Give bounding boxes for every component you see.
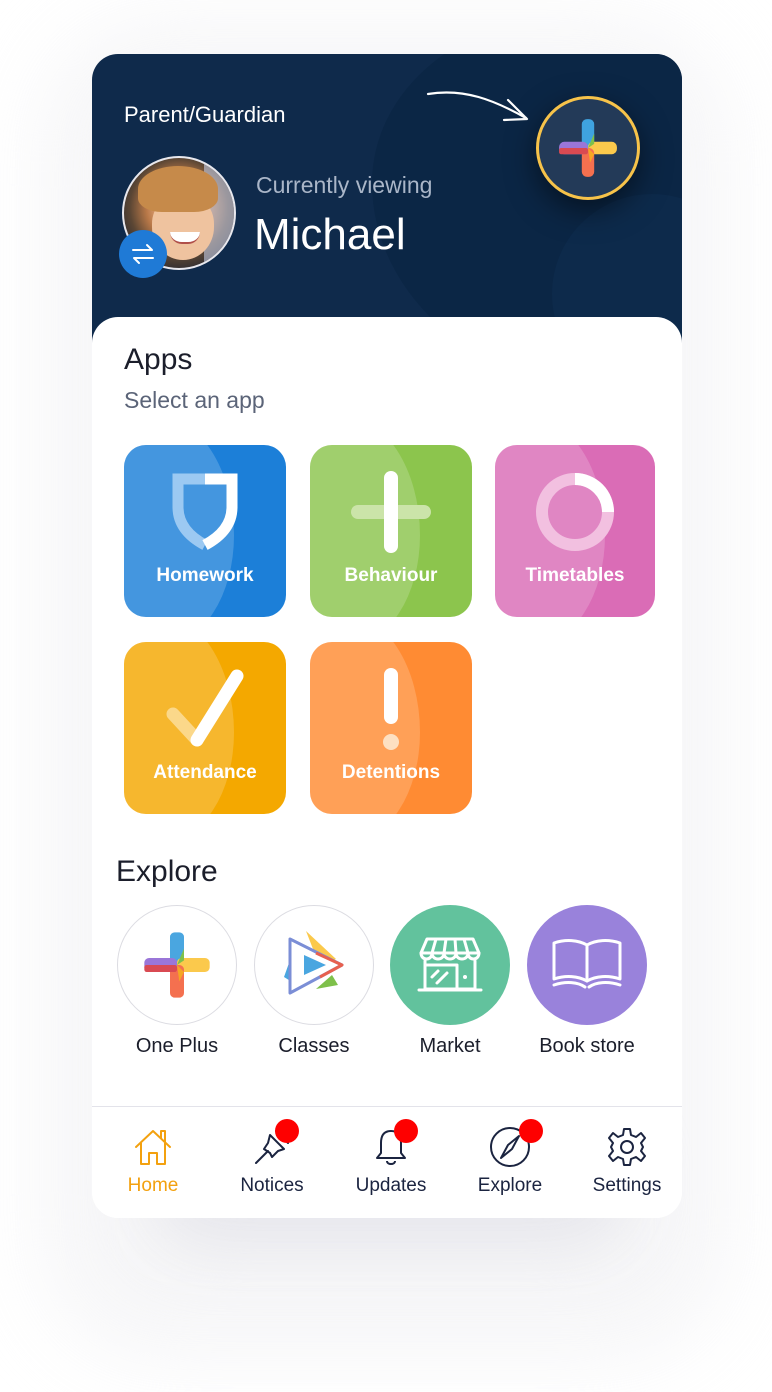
explore-label: One Plus	[135, 1035, 219, 1057]
bottom-nav: Home Notices Updates Explore Settings	[92, 1106, 682, 1218]
app-label: Behaviour	[344, 565, 438, 586]
notification-badge	[394, 1119, 418, 1143]
role-label: Parent/Guardian	[124, 102, 286, 127]
nav-label: Settings	[592, 1175, 662, 1196]
nav-label: Updates	[355, 1175, 427, 1196]
app-tile-timetables[interactable]: Timetables	[495, 445, 655, 617]
profile-header: Parent/Guardian Currently viewing Michae…	[92, 54, 682, 354]
app-tile-detentions[interactable]: Detentions	[310, 642, 472, 814]
explore-item-one-plus[interactable]: One Plus	[117, 905, 237, 1058]
nav-item-explore[interactable]: Explore	[455, 1119, 565, 1197]
app-label: Homework	[156, 565, 254, 586]
ring-icon	[536, 473, 614, 551]
nav-item-notices[interactable]: Notices	[217, 1119, 327, 1197]
nav-label: Explore	[477, 1175, 543, 1196]
nav-item-home[interactable]: Home	[98, 1125, 208, 1197]
app-label: Timetables	[525, 565, 625, 586]
switch-child-button[interactable]	[119, 230, 167, 278]
nav-label: Notices	[240, 1175, 304, 1196]
swap-arrows-icon	[132, 244, 154, 264]
plus-icon	[351, 471, 431, 553]
explore-label: Market	[419, 1035, 481, 1057]
main-content: Apps Select an app Homework Behaviour Ti…	[92, 317, 682, 1107]
home-icon	[135, 1130, 171, 1165]
arrow-doodle-icon	[426, 91, 529, 122]
apps-title: Apps	[124, 343, 193, 376]
notification-badge	[275, 1119, 299, 1143]
app-tile-behaviour[interactable]: Behaviour	[310, 445, 472, 617]
explore-item-book-store[interactable]: Book store	[527, 905, 647, 1058]
app-tile-homework[interactable]: Homework	[124, 445, 286, 617]
explore-item-classes[interactable]: Classes	[254, 905, 374, 1058]
check-icon	[166, 669, 244, 747]
open-book-icon	[552, 939, 622, 989]
app-label: Detentions	[341, 762, 441, 783]
one-plus-button[interactable]	[536, 96, 640, 200]
exclamation-icon	[383, 668, 399, 750]
shield-icon	[172, 473, 238, 550]
apps-subtitle: Select an app	[124, 387, 265, 413]
one-plus-logo-icon	[144, 932, 210, 998]
currently-viewing-label: Currently viewing	[256, 172, 433, 198]
child-name: Michael	[254, 210, 406, 259]
nav-label: Home	[127, 1175, 179, 1196]
gear-icon	[608, 1128, 646, 1166]
explore-title: Explore	[116, 855, 218, 888]
notification-badge	[519, 1119, 543, 1143]
storefront-icon	[417, 937, 483, 992]
play-icon	[284, 931, 344, 995]
nav-item-settings[interactable]: Settings	[572, 1125, 682, 1197]
one-plus-logo-icon	[559, 119, 617, 177]
phone-screen: Parent/Guardian Currently viewing Michae…	[92, 54, 682, 1218]
app-tile-attendance[interactable]: Attendance	[124, 642, 286, 814]
explore-item-market[interactable]: Market	[390, 905, 510, 1058]
app-label: Attendance	[153, 762, 257, 783]
explore-label: Book store	[539, 1035, 635, 1057]
nav-item-updates[interactable]: Updates	[336, 1119, 446, 1197]
explore-label: Classes	[278, 1035, 350, 1057]
